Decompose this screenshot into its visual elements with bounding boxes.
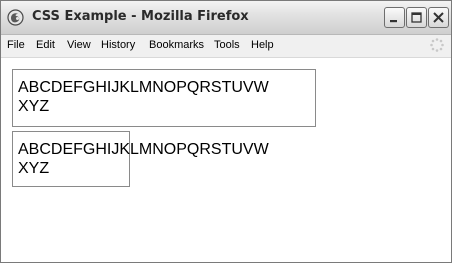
menu-edit[interactable]: Edit: [36, 39, 55, 51]
title-bar[interactable]: CSS Example - Mozilla Firefox: [1, 1, 451, 35]
minimize-icon: [390, 20, 397, 23]
loading-throbber-icon: [429, 37, 445, 53]
close-icon: [433, 12, 444, 23]
maximize-icon: [411, 12, 422, 23]
minimize-button[interactable]: [384, 7, 405, 28]
menu-history[interactable]: History: [101, 39, 135, 51]
menu-bookmarks[interactable]: Bookmarks: [149, 39, 204, 51]
menu-view[interactable]: View: [67, 39, 91, 51]
menu-file[interactable]: File: [7, 39, 25, 51]
maximize-button[interactable]: [406, 7, 427, 28]
page-content: ABCDEFGHIJKLMNOPQRSTUVW XYZ ABCDEFGHIJKL…: [1, 58, 451, 262]
firefox-icon: [7, 9, 24, 26]
overflowing-box-text: ABCDEFGHIJKLMNOPQRSTUVW XYZ: [18, 141, 269, 177]
menu-bar: File Edit View History Bookmarks Tools H…: [1, 35, 451, 58]
menu-help[interactable]: Help: [251, 39, 274, 51]
close-button[interactable]: [428, 7, 449, 28]
browser-window: CSS Example - Mozilla Firefox File Edit …: [0, 0, 452, 263]
wide-box-text: ABCDEFGHIJKLMNOPQRSTUVW XYZ: [18, 79, 269, 115]
menu-tools[interactable]: Tools: [214, 39, 240, 51]
window-title: CSS Example - Mozilla Firefox: [32, 9, 249, 24]
